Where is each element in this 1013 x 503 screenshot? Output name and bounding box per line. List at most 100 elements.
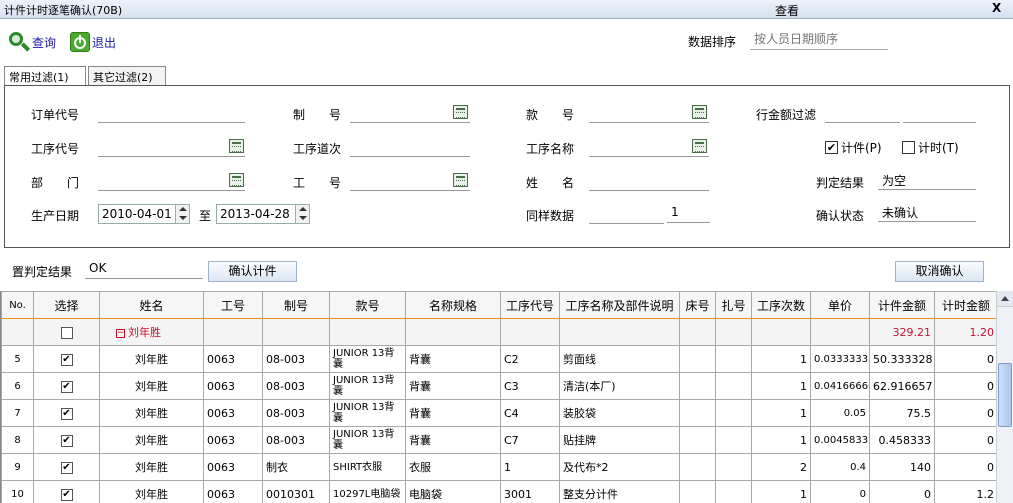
col-piece-amount[interactable]: 计件金额 — [869, 291, 935, 319]
process-name-input[interactable] — [589, 137, 709, 157]
row-amount-max-input[interactable] — [903, 103, 976, 123]
style-no-input[interactable] — [589, 103, 709, 123]
time-checkbox-label: 计时(T) — [918, 141, 959, 155]
table-row[interactable]: 9 ✔ 刘年胜 0063 制衣 SHIRT衣服 衣服 1 及代布*2 2 0.4 140 0 — [1, 453, 996, 481]
collapse-icon[interactable]: − — [116, 328, 125, 338]
piece-check-box: ✔ — [825, 141, 838, 154]
make-no-input[interactable] — [350, 103, 470, 123]
process-seq-label: 工序道次 — [293, 142, 342, 156]
row-select-cell[interactable]: ✔ — [33, 372, 100, 400]
process-seq-input[interactable] — [350, 137, 470, 157]
scroll-up-icon[interactable] — [997, 291, 1013, 307]
date-to-input[interactable]: 2013-04-28 — [216, 204, 310, 224]
row-piece-cell: 50.333328 — [869, 345, 935, 373]
row-checkbox[interactable]: ✔ — [60, 407, 73, 420]
cancel-confirm-button[interactable]: 取消确认 — [895, 261, 984, 282]
set-judge-input[interactable]: OK — [85, 259, 203, 279]
piece-checkbox-label: 计件(P) — [841, 141, 882, 155]
vertical-scrollbar[interactable] — [996, 291, 1013, 503]
worker-no-label: 工 号 — [293, 176, 342, 190]
date-from-input[interactable]: 2010-04-01 — [98, 204, 190, 224]
col-process-code[interactable]: 工序代号 — [500, 291, 560, 319]
row-select-cell[interactable]: ✔ — [33, 399, 100, 427]
table-row[interactable]: 10 ✔ 刘年胜 0063 0010301 10297L电脑袋 电脑袋 3001 整支分计件 1 0… — [1, 480, 996, 503]
worker-no-input[interactable] — [350, 171, 470, 191]
group-select-cell[interactable] — [33, 318, 100, 346]
group-empty-cell — [262, 318, 330, 346]
row-process-name-cell: 装胶袋 — [559, 399, 680, 427]
style-no-picker-icon[interactable] — [692, 105, 707, 119]
same-data-input[interactable]: 1 — [667, 203, 710, 223]
time-checkbox[interactable]: 计时(T) — [902, 139, 959, 156]
process-code-picker-icon[interactable] — [229, 139, 244, 153]
row-times-cell: 2 — [751, 453, 811, 481]
row-amount-min-input[interactable] — [825, 103, 900, 123]
col-bed-no[interactable]: 床号 — [679, 291, 716, 319]
name-input[interactable] — [589, 171, 709, 191]
row-make-cell: 08-003 — [262, 345, 330, 373]
table-row[interactable]: 6 ✔ 刘年胜 0063 08-003 JUNIOR 13背囊 背囊 C3 清洁(本厂) 1 0.0… — [1, 372, 996, 400]
row-select-cell[interactable]: ✔ — [33, 453, 100, 481]
col-spec[interactable]: 名称规格 — [405, 291, 501, 319]
row-select-cell[interactable]: ✔ — [33, 345, 100, 373]
date-to-value: 2013-04-28 — [220, 207, 290, 221]
row-bundle-cell — [715, 372, 752, 400]
toolbar: 查询 退出 数据排序 — [0, 20, 1013, 64]
row-time-cell: 0 — [934, 372, 996, 400]
group-checkbox[interactable] — [60, 326, 73, 339]
date-to-spinner-icon[interactable] — [295, 205, 309, 223]
scroll-thumb[interactable] — [998, 363, 1012, 427]
col-process-times[interactable]: 工序次数 — [751, 291, 811, 319]
table-row[interactable]: 7 ✔ 刘年胜 0063 08-003 JUNIOR 13背囊 背囊 C4 装胶袋 1 0.05 75… — [1, 399, 996, 427]
exit-button[interactable]: 退出 — [70, 30, 116, 54]
worker-no-picker-icon[interactable] — [453, 173, 468, 187]
tab-other-filter[interactable]: 其它过滤(2) — [88, 66, 166, 85]
same-data-label: 同样数据 — [526, 209, 575, 223]
search-button[interactable]: 查询 — [8, 30, 56, 54]
process-name-picker-icon[interactable] — [692, 139, 707, 153]
row-checkbox[interactable]: ✔ — [60, 434, 73, 447]
row-checkbox[interactable]: ✔ — [60, 380, 73, 393]
row-process-code-cell: C2 — [500, 345, 560, 373]
make-no-picker-icon[interactable] — [453, 105, 468, 119]
group-row[interactable]: − 刘年胜 329.21 1.20 — [1, 318, 996, 346]
style-no-label: 款 号 — [526, 108, 575, 122]
sort-input[interactable] — [750, 28, 888, 50]
judge-select[interactable]: 为空 — [878, 170, 976, 190]
table-row[interactable]: 5 ✔ 刘年胜 0063 08-003 JUNIOR 13背囊 背囊 C2 剪面线 1 0.0333… — [1, 345, 996, 373]
row-checkbox[interactable]: ✔ — [60, 461, 73, 474]
col-time-amount[interactable]: 计时金额 — [934, 291, 996, 319]
row-times-cell: 1 — [751, 399, 811, 427]
dept-picker-icon[interactable] — [229, 173, 244, 187]
confirm-state-select[interactable]: 未确认 — [878, 202, 976, 222]
row-worker-cell: 0063 — [203, 453, 263, 481]
date-from-spinner-icon[interactable] — [175, 205, 189, 223]
row-process-code-cell: 3001 — [500, 480, 560, 503]
col-bundle-no[interactable]: 扎号 — [715, 291, 752, 319]
row-select-cell[interactable]: ✔ — [33, 426, 100, 454]
piece-checkbox[interactable]: ✔ 计件(P) — [825, 139, 882, 156]
row-name-cell: 刘年胜 — [99, 453, 204, 481]
col-unit-price[interactable]: 单价 — [810, 291, 870, 319]
col-no[interactable]: No. — [1, 291, 34, 319]
row-checkbox[interactable]: ✔ — [60, 353, 73, 366]
col-worker-no[interactable]: 工号 — [203, 291, 263, 319]
row-checkbox[interactable]: ✔ — [60, 488, 73, 501]
dept-input[interactable] — [98, 171, 245, 191]
time-check-box — [902, 141, 915, 154]
table-row[interactable]: 8 ✔ 刘年胜 0063 08-003 JUNIOR 13背囊 背囊 C7 贴挂牌 1 0.0045… — [1, 426, 996, 454]
order-code-input[interactable] — [98, 103, 245, 123]
col-select[interactable]: 选择 — [33, 291, 100, 319]
tab-common-filter[interactable]: 常用过滤(1) — [4, 66, 86, 86]
col-name[interactable]: 姓名 — [99, 291, 204, 319]
process-code-input[interactable] — [98, 137, 245, 157]
col-make-no[interactable]: 制号 — [262, 291, 330, 319]
row-price-cell: 0 — [810, 480, 870, 503]
row-select-cell[interactable]: ✔ — [33, 480, 100, 503]
same-data-input-a[interactable] — [589, 204, 664, 224]
col-style-no[interactable]: 款号 — [329, 291, 406, 319]
row-no-cell: 5 — [1, 345, 34, 373]
close-button[interactable]: X — [992, 1, 1001, 15]
col-process-name[interactable]: 工序名称及部件说明 — [559, 291, 680, 319]
confirm-piece-button[interactable]: 确认计件 — [208, 261, 297, 282]
